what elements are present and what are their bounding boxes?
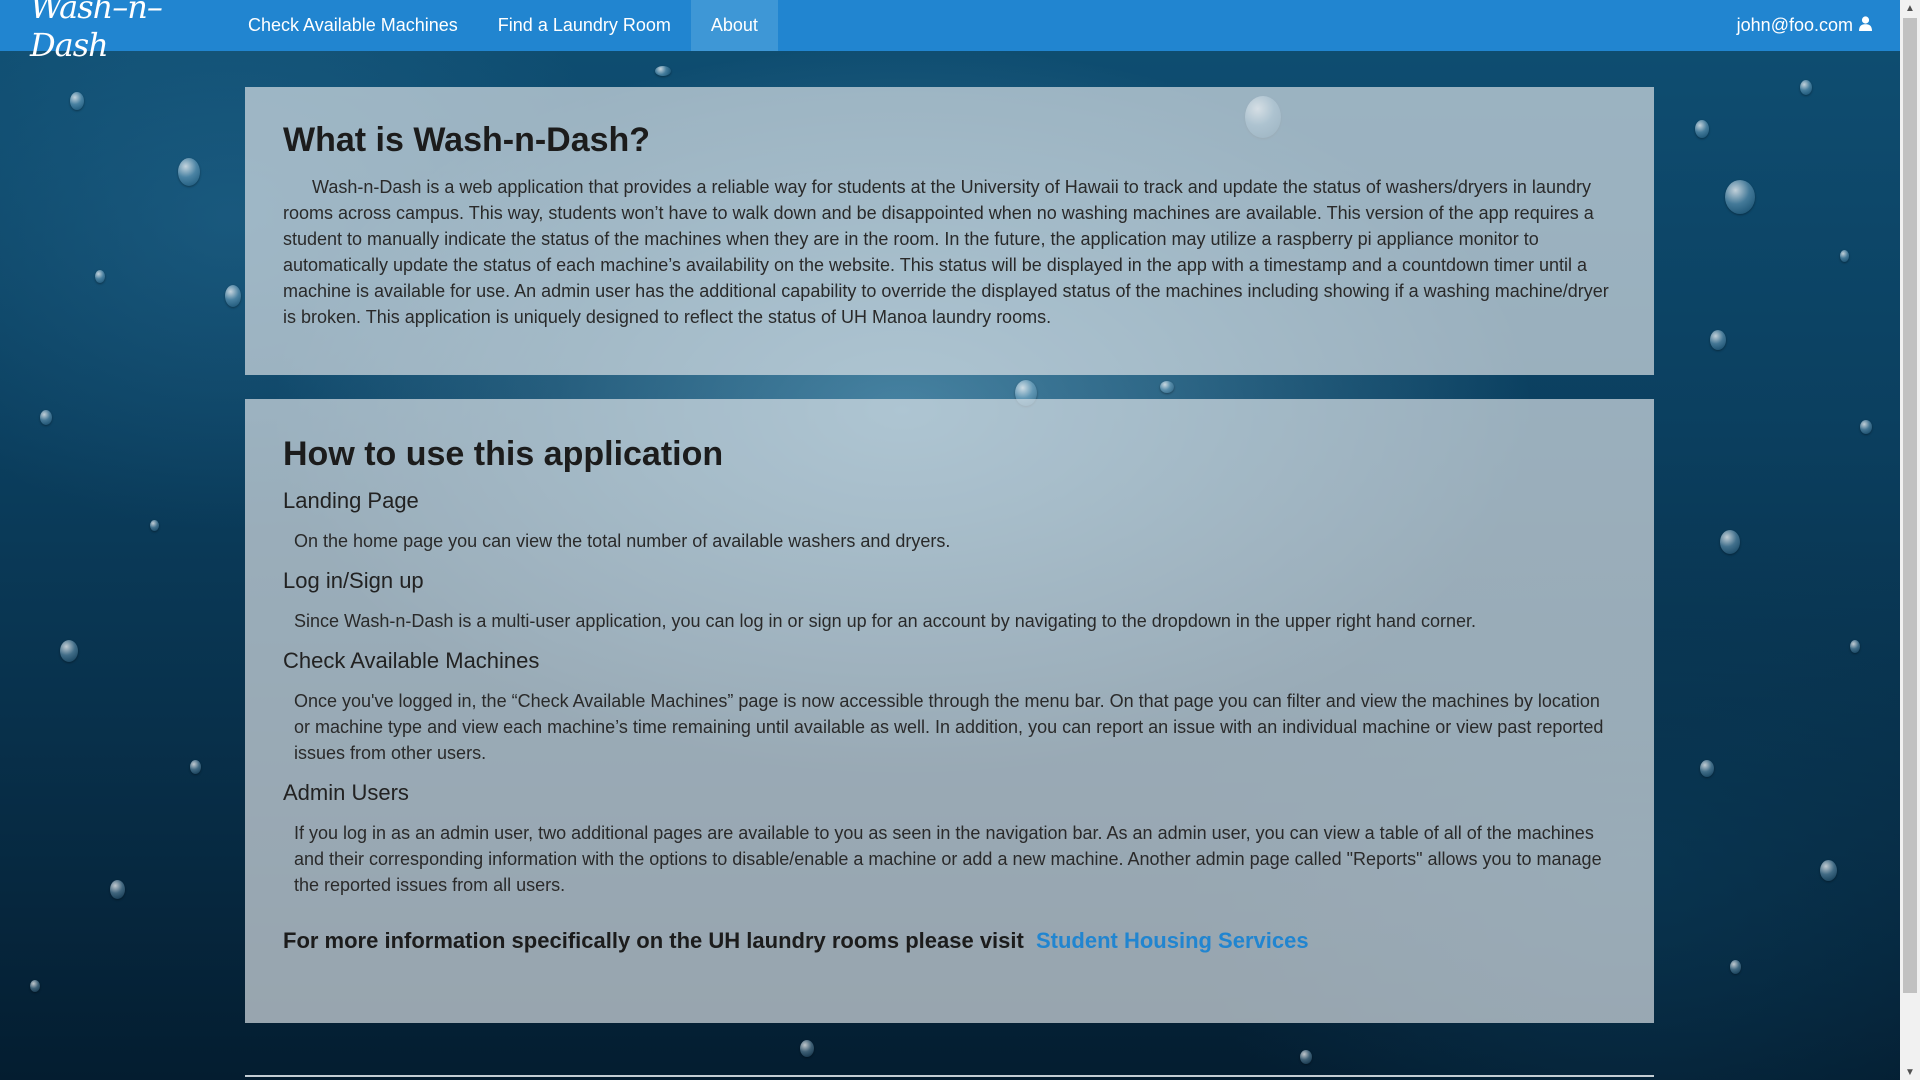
nav-about[interactable]: About — [690, 0, 778, 51]
more-info-text: For more information specifically on the… — [283, 928, 1024, 953]
nav-find-laundry-room[interactable]: Find a Laundry Room — [478, 0, 691, 51]
section-text-admin-users: If you log in as an admin user, two addi… — [294, 823, 1602, 895]
scrollbar-thumb[interactable] — [1903, 18, 1917, 993]
user-email: john@foo.com — [1736, 15, 1853, 35]
about-title: What is Wash-n-Dash? — [283, 121, 651, 159]
section-heading-landing-page: Landing Page — [283, 488, 419, 513]
top-navbar: Wash–n–Dash Check Available Machines Fin… — [0, 0, 1900, 64]
scroll-up-arrow-icon[interactable]: ▲ — [1900, 0, 1920, 16]
bottom-divider — [245, 1075, 1654, 1077]
section-heading-check-machines: Check Available Machines — [283, 648, 540, 673]
vertical-scrollbar[interactable]: ▲ ▼ — [1900, 0, 1920, 1080]
section-text-login-signup: Since Wash-n-Dash is a multi-user applic… — [294, 611, 1477, 631]
section-text-check-machines: Once you've logged in, the “Check Availa… — [294, 691, 1604, 763]
more-info-line: For more information specifically on the… — [283, 928, 1616, 954]
user-icon — [1859, 15, 1872, 36]
user-menu-dropdown[interactable]: john@foo.com — [1737, 0, 1872, 51]
section-heading-admin-users: Admin Users — [283, 780, 409, 805]
student-housing-link[interactable]: Student Housing Services — [1036, 928, 1309, 953]
scroll-down-arrow-icon[interactable]: ▼ — [1900, 1064, 1920, 1080]
howto-title: How to use this application — [283, 435, 724, 473]
brand-logo[interactable]: Wash–n–Dash — [30, 0, 188, 64]
about-description: Wash-n-Dash is a web application that pr… — [283, 177, 1609, 327]
section-text-landing-page: On the home page you can view the total … — [294, 531, 951, 551]
about-card: What is Wash-n-Dash? Wash-n-Dash is a we… — [245, 87, 1654, 375]
nav-check-available-machines[interactable]: Check Available Machines — [228, 0, 478, 51]
howto-card: How to use this application Landing Page… — [245, 399, 1654, 1023]
section-heading-login-signup: Log in/Sign up — [283, 568, 424, 593]
